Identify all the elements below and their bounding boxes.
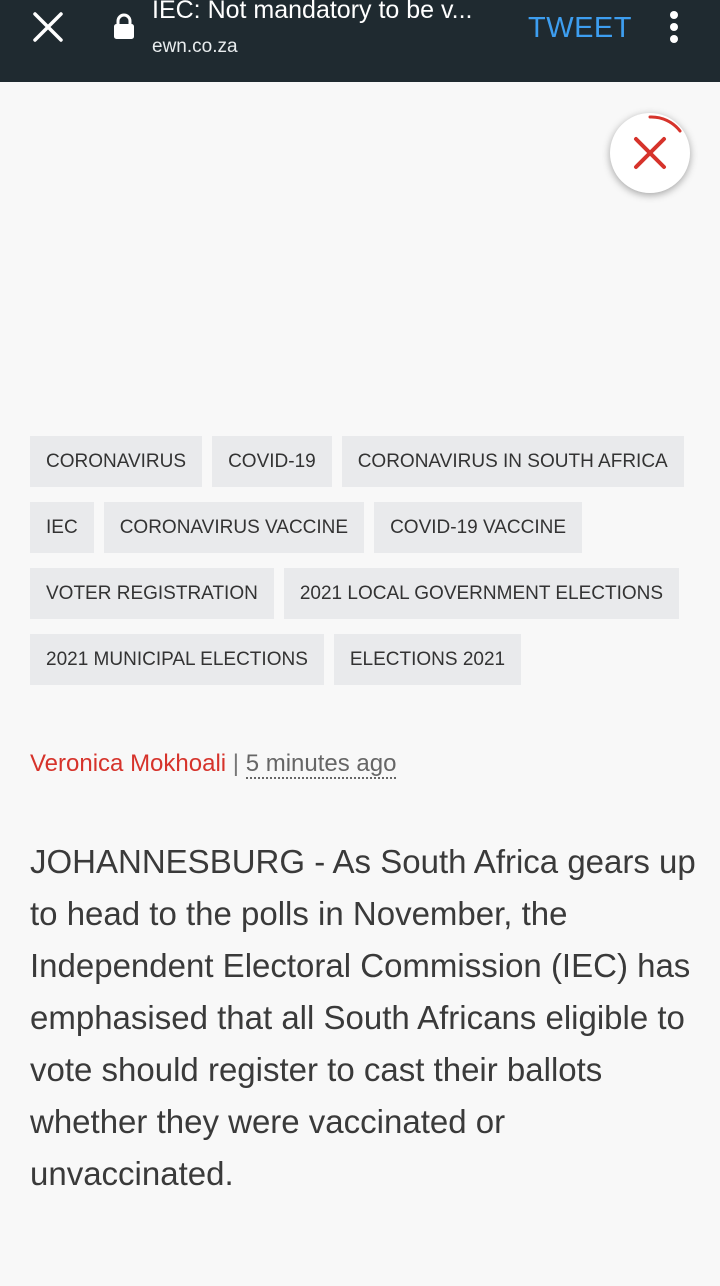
tag-2021-local-government-elections[interactable]: 2021 LOCAL GOVERNMENT ELECTIONS bbox=[283, 568, 680, 619]
tag-iec[interactable]: IEC bbox=[30, 502, 94, 553]
close-icon[interactable] bbox=[30, 9, 66, 45]
tag-coronavirus[interactable]: CORONAVIRUS bbox=[30, 436, 203, 487]
tag-covid-19[interactable]: COVID-19 bbox=[212, 436, 332, 487]
ad-close-button[interactable] bbox=[610, 113, 690, 193]
more-vertical-icon[interactable] bbox=[664, 8, 684, 48]
tag-row: 2021 MUNICIPAL ELECTIONS ELECTIONS 2021 bbox=[30, 634, 700, 685]
lock-icon bbox=[112, 12, 136, 42]
tag-row: VOTER REGISTRATION 2021 LOCAL GOVERNMENT… bbox=[30, 568, 700, 619]
byline-separator: | bbox=[232, 750, 240, 777]
tag-row: CORONAVIRUS COVID-19 CORONAVIRUS IN SOUT… bbox=[30, 436, 700, 487]
browser-toolbar: IEC: Not mandatory to be v... ewn.co.za … bbox=[0, 0, 720, 82]
tag-row: IEC CORONAVIRUS VACCINE COVID-19 VACCINE bbox=[30, 502, 700, 553]
tag-voter-registration[interactable]: VOTER REGISTRATION bbox=[30, 568, 274, 619]
author-link[interactable]: Veronica Mokhoali bbox=[30, 750, 226, 777]
page-domain: ewn.co.za bbox=[152, 36, 238, 57]
tag-covid-19-vaccine[interactable]: COVID-19 VACCINE bbox=[374, 502, 583, 553]
byline: Veronica Mokhoali | 5 minutes ago bbox=[30, 750, 397, 779]
publish-time: 5 minutes ago bbox=[245, 750, 397, 779]
tag-elections-2021[interactable]: ELECTIONS 2021 bbox=[333, 634, 522, 685]
tag-list: CORONAVIRUS COVID-19 CORONAVIRUS IN SOUT… bbox=[30, 436, 700, 700]
close-icon bbox=[634, 115, 682, 169]
page-title: IEC: Not mandatory to be v... bbox=[152, 0, 473, 24]
tag-coronavirus-in-south-africa[interactable]: CORONAVIRUS IN SOUTH AFRICA bbox=[341, 436, 684, 487]
tag-2021-municipal-elections[interactable]: 2021 MUNICIPAL ELECTIONS bbox=[30, 634, 324, 685]
article-lead-paragraph: JOHANNESBURG - As South Africa gears up … bbox=[30, 843, 696, 1192]
tweet-button[interactable]: TWEET bbox=[528, 12, 632, 45]
tag-coronavirus-vaccine[interactable]: CORONAVIRUS VACCINE bbox=[103, 502, 365, 553]
